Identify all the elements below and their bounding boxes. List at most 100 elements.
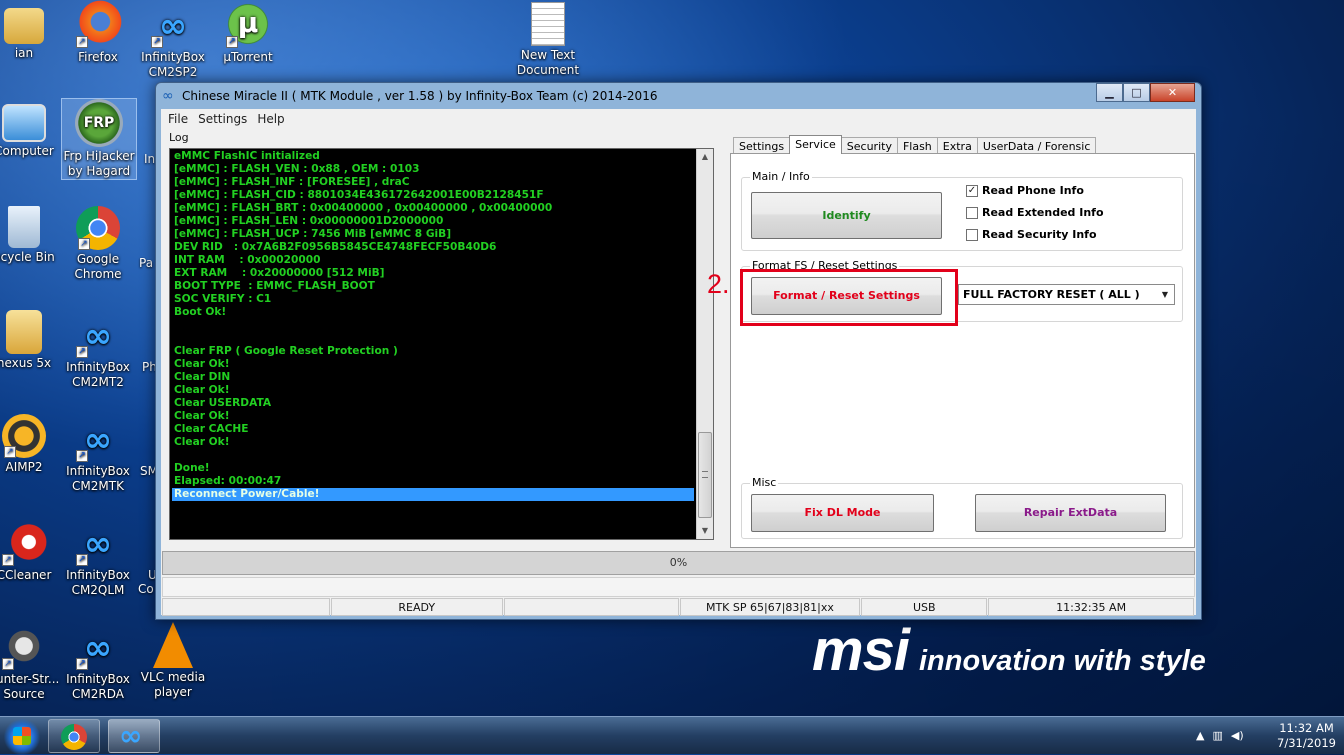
- menu-help[interactable]: Help: [252, 109, 289, 129]
- desktop-icon-label: InfinityBox CM2RDA: [66, 672, 130, 701]
- infinity-icon: ∞ ↗: [74, 518, 122, 566]
- reset-mode-value: FULL FACTORY RESET ( ALL ): [963, 288, 1140, 301]
- show-hidden-icons-icon[interactable]: ▲: [1196, 729, 1204, 742]
- desktop-icon-label: ounter-Str... Source: [0, 672, 60, 701]
- status-cell-empty: [162, 598, 330, 616]
- desktop-icon-computer[interactable]: Computer: [0, 102, 62, 159]
- identify-button[interactable]: Identify: [751, 192, 942, 239]
- desktop-icon-infinitybox-cm2mt2[interactable]: ∞ ↗ InfinityBox CM2MT2: [60, 310, 136, 390]
- minimize-button[interactable]: ▁: [1096, 83, 1123, 102]
- tab-flash[interactable]: Flash: [896, 137, 938, 154]
- fix-dl-mode-button[interactable]: Fix DL Mode: [751, 494, 934, 532]
- shortcut-arrow-icon: ↗: [76, 554, 88, 566]
- status-empty-2: [503, 598, 679, 616]
- desktop-icon-infinitybox-cm2qlm[interactable]: ∞ ↗ InfinityBox CM2QLM: [60, 518, 136, 598]
- taskbar: ∞ ▲ ▥ ◀) 11:32 AM 7/31/2019: [0, 716, 1344, 755]
- taskbar-chrome[interactable]: [48, 719, 100, 753]
- checkbox-label: Read Phone Info: [982, 184, 1084, 197]
- shortcut-arrow-icon: ↗: [76, 658, 88, 670]
- log-line: [eMMC] : FLASH_VEN : 0x88 , OEM : 0103: [174, 163, 420, 175]
- annotation-highlight-box: [740, 269, 958, 326]
- desktop-icon-label: CCleaner: [0, 568, 52, 582]
- msi-branding: msi innovation with style: [812, 617, 1206, 684]
- log-line: [eMMC] : FLASH_LEN : 0x00000001D2000000: [174, 215, 444, 227]
- desktop-icon-ccleaner[interactable]: ↗ CCleaner: [0, 518, 62, 583]
- desktop-icon-label: ecycle Bin: [0, 250, 55, 264]
- desktop-icon-aimp2[interactable]: ↗ AIMP2: [0, 414, 62, 475]
- window-titlebar[interactable]: ∞ Chinese Miracle II ( MTK Module , ver …: [156, 83, 1201, 109]
- tab-service[interactable]: Service: [789, 135, 842, 154]
- log-panel[interactable]: eMMC FlashIC initialized [eMMC] : FLASH_V…: [169, 148, 714, 540]
- desktop-icon-firefox[interactable]: ↗ Firefox: [60, 0, 136, 65]
- log-line: EXT RAM : 0x20000000 [512 MiB]: [174, 267, 385, 279]
- shortcut-arrow-icon: ↗: [226, 36, 238, 48]
- infinity-icon: ∞ ↗: [74, 414, 122, 462]
- grip-icon: [702, 471, 708, 478]
- log-line: Clear Ok!: [174, 384, 230, 396]
- log-line: Clear Ok!: [174, 358, 230, 370]
- infinity-icon: ∞ ↗: [74, 310, 122, 358]
- scroll-down-arrow-icon[interactable]: ▼: [697, 523, 713, 539]
- status-chip: MTK SP 65|67|83|81|xx: [679, 598, 861, 616]
- repair-extdata-button[interactable]: Repair ExtData: [975, 494, 1166, 532]
- maximize-button[interactable]: □: [1123, 83, 1150, 102]
- service-tab-panel: Main / Info Identify ✓ Read Phone Info Re…: [730, 153, 1195, 548]
- desktop-icon-nexus5x[interactable]: nexus 5x: [0, 310, 62, 371]
- tab-extra[interactable]: Extra: [936, 137, 978, 154]
- menu-file[interactable]: File: [163, 109, 193, 129]
- desktop-icon-vlc[interactable]: VLC media player: [135, 622, 211, 700]
- desktop-icon-infinitybox-cm2mtk[interactable]: ∞ ↗ InfinityBox CM2MTK: [60, 414, 136, 494]
- desktop-icon-label: Google Chrome: [74, 252, 122, 281]
- chrome-icon: [61, 724, 87, 750]
- read-security-info-checkbox[interactable]: Read Security Info: [966, 228, 1097, 241]
- log-line: [eMMC] : FLASH_CID : 8801034E43617264200…: [174, 189, 544, 201]
- progress-text: 0%: [669, 556, 688, 569]
- system-tray: ▲ ▥ ◀): [1196, 729, 1244, 742]
- shortcut-arrow-icon: ↗: [76, 36, 88, 48]
- firefox-icon: ↗: [74, 0, 122, 48]
- tab-settings[interactable]: Settings: [733, 137, 791, 154]
- reset-mode-select[interactable]: FULL FACTORY RESET ( ALL ) ▼: [958, 284, 1175, 305]
- volume-icon[interactable]: ◀): [1231, 729, 1244, 742]
- desktop-icon-infinitybox-cm2sp2[interactable]: ∞ ↗ InfinityBox CM2SP2: [135, 0, 211, 80]
- ccleaner-icon: ↗: [0, 518, 48, 566]
- shortcut-arrow-icon: ↗: [4, 446, 16, 458]
- read-extended-info-checkbox[interactable]: Read Extended Info: [966, 206, 1104, 219]
- log-scrollbar[interactable]: ▲ ▼: [696, 149, 713, 539]
- infinity-icon: ∞ ↗: [149, 0, 197, 48]
- tab-userdata-forensic[interactable]: UserData / Forensic: [976, 137, 1097, 154]
- desktop-icon-recycle-bin[interactable]: ecycle Bin: [0, 206, 62, 265]
- clock[interactable]: 11:32 AM 7/31/2019: [1277, 721, 1336, 751]
- secondary-bar: [162, 577, 1195, 597]
- frp-hijacker-icon: FRP: [75, 99, 123, 147]
- desktop-icon-label: ian: [14, 46, 34, 60]
- desktop-icon-counter-strike[interactable]: ↗ ounter-Str... Source: [0, 622, 62, 702]
- aimp-icon: ↗: [2, 414, 46, 458]
- menu-settings[interactable]: Settings: [193, 109, 252, 129]
- desktop-icon-infinitybox-cm2rda[interactable]: ∞ ↗ InfinityBox CM2RDA: [60, 622, 136, 702]
- partial-desktop-label: In: [144, 152, 156, 166]
- tab-security[interactable]: Security: [840, 137, 898, 154]
- vlc-cone-icon: [153, 622, 193, 668]
- desktop-icon-ian[interactable]: ian: [0, 2, 62, 61]
- computer-icon: [2, 104, 46, 142]
- start-button[interactable]: [0, 717, 45, 755]
- desktop-icon-google-chrome[interactable]: ↗ Google Chrome: [60, 206, 136, 282]
- checkbox-label: Read Security Info: [982, 228, 1097, 241]
- log-line: Clear FRP ( Google Reset Protection ): [174, 345, 398, 357]
- close-button[interactable]: ✕: [1150, 83, 1195, 102]
- scroll-up-arrow-icon[interactable]: ▲: [697, 149, 713, 165]
- network-icon[interactable]: ▥: [1212, 729, 1222, 742]
- taskbar-infinitybox[interactable]: ∞: [108, 719, 160, 753]
- desktop-icon-label: µTorrent: [223, 50, 273, 64]
- log-line: Clear USERDATA: [174, 397, 272, 409]
- desktop-icon-frp-hijacker[interactable]: FRP Frp HiJacker by Hagard: [61, 98, 137, 180]
- read-phone-info-checkbox[interactable]: ✓ Read Phone Info: [966, 184, 1084, 197]
- desktop-icon-new-text-doc[interactable]: New Text Document: [510, 0, 586, 78]
- infinity-app-icon: ∞: [162, 88, 174, 104]
- scroll-thumb[interactable]: [698, 432, 712, 518]
- shortcut-arrow-icon: ↗: [2, 554, 14, 566]
- desktop-icon-utorrent[interactable]: µ ↗ µTorrent: [210, 0, 286, 65]
